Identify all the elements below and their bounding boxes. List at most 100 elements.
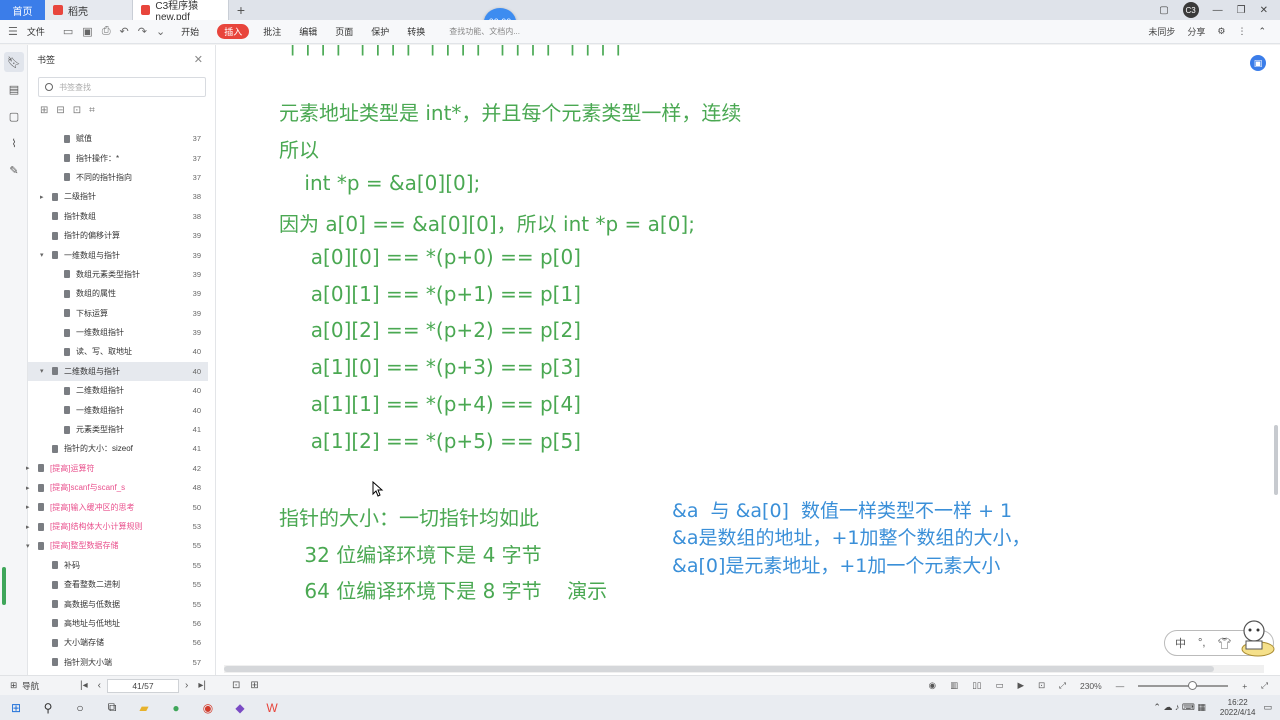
chevron-down-icon[interactable]: ▾ (40, 251, 44, 259)
nav-icon[interactable]: ⊞ (10, 680, 17, 691)
bookmark-item[interactable]: ▸ 二级指针 38 (28, 187, 208, 206)
bookmark-item[interactable]: ▸ [提高]输入缓冲区的思考 50 (26, 497, 208, 516)
search-icon[interactable]: ⚲ (32, 701, 64, 715)
first-page-icon[interactable]: |◂ (80, 680, 88, 691)
menu-insert[interactable]: 插入 (217, 24, 250, 39)
next-page-icon[interactable]: › (185, 680, 188, 691)
bookmark-item[interactable]: ▾ [提高]整型数据存储 55 (26, 536, 208, 555)
menu-protect[interactable]: 保护 (371, 25, 389, 38)
taskbar-clock[interactable]: 16:22 2022/4/14 (1220, 698, 1256, 718)
bookmark-item[interactable]: 指针测大小端 57 (28, 653, 208, 672)
chevron-right-icon[interactable]: ▸ (26, 523, 30, 531)
bookmark-item[interactable]: ▸ [提高]结构体大小计算规则 53 (26, 517, 208, 536)
bookmark-item[interactable]: ▾ 二维数组与指针 40 (28, 361, 208, 382)
chevron-down-icon[interactable]: ▾ (26, 542, 30, 550)
bookmark-item[interactable]: 高数据与低数据 55 (28, 594, 208, 613)
bookmark-item[interactable]: 一维数组指针 40 (28, 400, 208, 419)
bookmark-item[interactable]: 二维数组指针 40 (28, 381, 208, 400)
wps-icon[interactable]: W (256, 701, 288, 715)
bookmark-item[interactable]: ▸ [提高]scanf与scanf_s 48 (26, 478, 208, 497)
fullscreen-icon[interactable]: ⤢ (1059, 680, 1066, 691)
single-page-icon[interactable]: ▥ (950, 680, 958, 691)
document-scrollbar[interactable] (1274, 425, 1278, 495)
zoom-in-icon[interactable]: + (1242, 681, 1247, 691)
minimize-icon[interactable]: — (1213, 5, 1223, 16)
comment-icon[interactable]: ▢ (4, 106, 24, 126)
bookmark-item[interactable]: 赋值 37 (28, 129, 208, 148)
menu-start[interactable]: 开始 (181, 25, 199, 38)
collapse-all-icon[interactable]: ⊟ (56, 105, 64, 121)
cortana-icon[interactable]: ○ (64, 701, 96, 715)
save-icon[interactable]: ▣ (82, 25, 92, 38)
app-green-icon[interactable]: ● (160, 701, 192, 715)
explorer-icon[interactable]: ▰ (128, 701, 160, 715)
zoom-slider[interactable] (1138, 680, 1229, 690)
feature-search[interactable]: 查找功能、文档内... (449, 26, 520, 37)
attachment-icon[interactable]: ⌇ (4, 133, 24, 153)
bookmark-item[interactable]: 高地址与低地址 56 (28, 614, 208, 633)
tab-daoke[interactable]: 稻壳 (45, 0, 133, 20)
print-icon[interactable]: ⎙ (102, 25, 111, 38)
chevron-right-icon[interactable]: ▸ (26, 464, 30, 472)
fit-width-icon[interactable]: ⊡ (1038, 680, 1045, 691)
bookmark-add-icon[interactable]: ⌗ (89, 105, 95, 121)
prev-page-icon[interactable]: ‹ (98, 680, 101, 691)
ime-chinese-icon[interactable]: 中 (1175, 635, 1186, 651)
bookmark-item[interactable]: 一维数组指针 39 (28, 323, 208, 342)
bookmark-item[interactable]: 下标运算 39 (28, 304, 208, 323)
nav-label[interactable]: 导航 (22, 680, 39, 692)
bookmark-item[interactable]: ▾ 一维数组与指针 39 (28, 245, 208, 264)
bookmark-item[interactable]: 查看整数二进制 55 (28, 575, 208, 594)
read-mode-icon[interactable]: ▭ (995, 680, 1003, 691)
menu-icon[interactable]: ☰ (8, 25, 18, 38)
visual-studio-icon[interactable]: ◆ (224, 701, 256, 715)
bookmark-item[interactable]: 元素类型指针 41 (28, 420, 208, 439)
sync-status[interactable]: 未同步 (1148, 25, 1175, 38)
bookmark-item[interactable]: 补码 55 (28, 556, 208, 575)
menu-annotate[interactable]: 批注 (263, 25, 281, 38)
fullscreen-toggle-icon[interactable]: ⤢ (1261, 680, 1268, 691)
bookmark-icon[interactable]: 🔖︎ (4, 52, 24, 72)
bookmark-item[interactable]: 读、写、取地址 40 (28, 342, 208, 361)
bookmark-search[interactable]: 书签查找 (38, 77, 206, 97)
chrome-icon[interactable]: ◉ (192, 701, 224, 715)
bookmark-item[interactable]: 指针的大小：sizeof 41 (28, 439, 208, 458)
bookmark-item[interactable]: 数组的属性 39 (28, 284, 208, 303)
share-button[interactable]: 分享 (1187, 25, 1205, 38)
tab-home[interactable]: 首页 (0, 0, 45, 20)
chevron-right-icon[interactable]: ▸ (26, 484, 30, 492)
menu-edit[interactable]: 编辑 (299, 25, 317, 38)
last-page-icon[interactable]: ▸| (198, 680, 206, 691)
new-tab-button[interactable]: + (229, 0, 253, 20)
view-mode-icon[interactable]: ⊡ (232, 680, 240, 691)
menu-page[interactable]: 页面 (335, 25, 353, 38)
close-icon[interactable]: ✕ (194, 53, 203, 66)
bookmark-item[interactable]: 指针操作：* 37 (28, 148, 208, 167)
chevron-down-icon[interactable]: ▾ (40, 367, 44, 375)
bookmark-item[interactable]: 大小端存储 56 (28, 633, 208, 652)
page-indicator[interactable]: 41/57 (106, 678, 179, 693)
file-menu[interactable]: 文件 (27, 25, 45, 38)
windows-start-icon[interactable]: ⊞ (0, 701, 32, 715)
bookmark-item[interactable]: 不同的指针指向 37 (28, 168, 208, 187)
floating-tool-button[interactable]: ▣ (1250, 55, 1266, 71)
tray-icons[interactable]: ⌃ ☁ ♪ ⌨ ▦ (1153, 702, 1206, 713)
play-icon[interactable]: ▶ (1017, 680, 1024, 691)
menu-convert[interactable]: 转换 (407, 25, 425, 38)
expand-all-icon[interactable]: ⊞ (40, 105, 48, 121)
ime-skin-icon[interactable]: 👕︎ (1217, 637, 1231, 650)
settings-icon[interactable]: ⚙ (1217, 26, 1225, 37)
more-options-icon[interactable]: ⋮ (1237, 26, 1246, 37)
notification-icon[interactable]: ▭ (1263, 702, 1272, 713)
ime-punctuation-icon[interactable]: °, (1198, 637, 1205, 649)
tab-pdf[interactable]: C3程序猿new.pdf (133, 0, 229, 23)
task-view-icon[interactable]: ⧉ (96, 700, 128, 715)
redo-icon[interactable]: ↷ (138, 25, 147, 38)
add-bookmark-icon[interactable]: ⊡ (73, 105, 81, 121)
zoom-out-icon[interactable]: — (1116, 681, 1125, 691)
undo-icon[interactable]: ↶ (120, 25, 129, 38)
user-avatar[interactable]: C3 (1182, 2, 1199, 18)
bookmark-item[interactable]: 指针的偏移计算 39 (28, 226, 208, 245)
chevron-right-icon[interactable]: ▸ (40, 193, 44, 201)
window-layout-icon[interactable]: ▢ (1159, 5, 1168, 16)
